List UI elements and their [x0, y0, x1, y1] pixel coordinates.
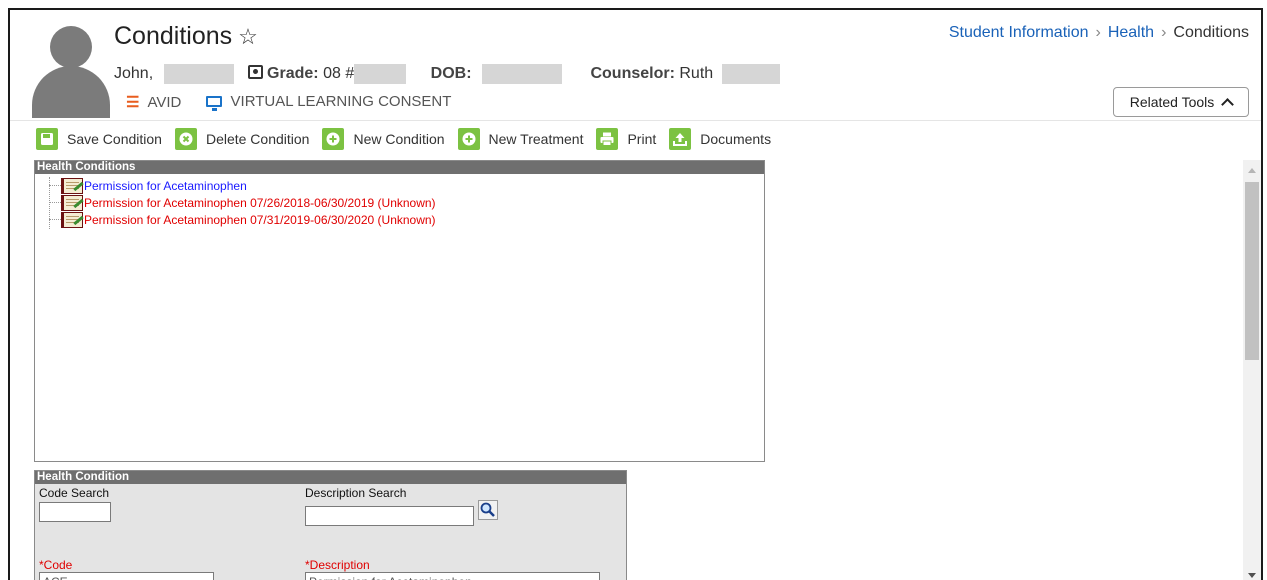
- tree-item[interactable]: Permission for Acetaminophen: [47, 177, 764, 194]
- scroll-up-arrow-icon[interactable]: [1248, 168, 1256, 173]
- breadcrumb-chevron-icon: ›: [1161, 24, 1167, 41]
- code-input[interactable]: [39, 572, 214, 580]
- new-treatment-button[interactable]: New Treatment: [457, 128, 584, 150]
- avatar: [32, 26, 110, 118]
- new-condition-label: New Condition: [353, 131, 445, 147]
- plus-icon: [457, 128, 480, 150]
- delete-icon: [174, 128, 197, 150]
- grade-label: Grade:: [267, 65, 319, 83]
- grade-value: 08 #: [323, 65, 355, 83]
- condition-note-icon: [61, 211, 83, 228]
- star-icon[interactable]: ☆: [238, 24, 258, 49]
- student-summary: John, Grade: 08 # DOB: Counselor: Ruth: [114, 64, 780, 84]
- tree-item[interactable]: Permission for Acetaminophen 07/26/2018-…: [47, 194, 764, 211]
- description-label: *Description: [305, 558, 370, 572]
- print-label: Print: [627, 131, 657, 147]
- flag-virtual-learning[interactable]: VIRTUAL LEARNING CONSENT: [205, 93, 452, 111]
- printer-icon: [596, 128, 619, 150]
- page-title: Conditions ☆: [114, 22, 258, 51]
- save-condition-label: Save Condition: [67, 131, 162, 147]
- breadcrumb-health[interactable]: Health: [1108, 24, 1154, 41]
- related-tools-label: Related Tools: [1129, 94, 1215, 110]
- tree-item[interactable]: Permission for Acetaminophen 07/31/2019-…: [47, 211, 764, 228]
- vertical-scrollbar[interactable]: [1243, 160, 1261, 580]
- code-search-label: Code Search: [39, 486, 110, 500]
- avatar-head: [50, 26, 92, 68]
- breadcrumb-conditions: Conditions: [1173, 24, 1249, 41]
- save-condition-button[interactable]: Save Condition: [36, 128, 162, 150]
- print-button[interactable]: Print: [596, 128, 656, 150]
- description-search-label: Description Search: [305, 486, 407, 500]
- magnifier-icon[interactable]: [478, 500, 498, 520]
- flag-avid-label: AVID: [147, 93, 182, 111]
- description-input[interactable]: [305, 572, 600, 580]
- redacted-name: [163, 64, 234, 84]
- student-flags: ☰ AVID VIRTUAL LEARNING CONSENT: [126, 93, 471, 111]
- related-tools-button[interactable]: Related Tools: [1113, 87, 1249, 117]
- condition-note-icon: [61, 194, 83, 211]
- header-divider: [10, 120, 1261, 121]
- health-conditions-panel: Health Conditions Permission for Acetami…: [34, 160, 765, 462]
- health-conditions-heading: Health Conditions: [35, 161, 764, 174]
- upload-icon: [669, 128, 692, 150]
- health-conditions-tree: Permission for Acetaminophen Permission …: [35, 174, 764, 229]
- description-search-input[interactable]: [305, 506, 474, 526]
- app-frame: Conditions ☆ John, Grade: 08 # DOB: Couns…: [8, 8, 1263, 580]
- breadcrumb: Student Information › Health › Conditions: [949, 24, 1249, 42]
- delete-condition-label: Delete Condition: [205, 131, 310, 147]
- new-condition-button[interactable]: New Condition: [322, 128, 445, 150]
- scrollbar-thumb[interactable]: [1245, 182, 1259, 360]
- scroll-down-arrow-icon[interactable]: [1248, 573, 1256, 578]
- breadcrumb-student-information[interactable]: Student Information: [949, 24, 1089, 41]
- plus-icon: [322, 128, 345, 150]
- documents-label: Documents: [700, 131, 772, 147]
- page-title-text: Conditions: [114, 22, 233, 50]
- code-label: *Code: [39, 558, 73, 572]
- flag-virtual-learning-label: VIRTUAL LEARNING CONSENT: [230, 93, 452, 110]
- student-name: John,: [114, 65, 154, 83]
- redacted-student-number: [354, 64, 407, 84]
- tree-item-label[interactable]: Permission for Acetaminophen 07/31/2019-…: [84, 213, 436, 227]
- health-condition-heading: Health Condition: [35, 471, 626, 484]
- health-condition-panel: Health Condition Code Search Description…: [34, 470, 627, 580]
- code-search-input[interactable]: [39, 502, 111, 522]
- counselor-value: Ruth: [679, 65, 714, 83]
- breadcrumb-chevron-icon: ›: [1095, 24, 1101, 41]
- flag-avid[interactable]: ☰ AVID: [126, 93, 182, 112]
- tree-item-label[interactable]: Permission for Acetaminophen: [84, 179, 247, 193]
- dob-label: DOB:: [430, 65, 472, 83]
- monitor-icon: [205, 96, 222, 111]
- counselor-label: Counselor:: [590, 65, 675, 83]
- new-treatment-label: New Treatment: [488, 131, 584, 147]
- action-toolbar: Save Condition Delete Condition New Cond…: [36, 128, 784, 150]
- tree-item-label[interactable]: Permission for Acetaminophen 07/26/2018-…: [84, 196, 436, 210]
- avatar-body: [32, 66, 110, 118]
- condition-note-icon: [61, 177, 83, 194]
- id-card-icon[interactable]: [248, 65, 264, 80]
- save-icon: [36, 128, 58, 150]
- redacted-counselor: [721, 64, 780, 84]
- redacted-dob: [482, 64, 563, 84]
- delete-condition-button[interactable]: Delete Condition: [174, 128, 310, 150]
- chevron-up-icon: [1221, 98, 1235, 111]
- documents-button[interactable]: Documents: [669, 128, 771, 150]
- checklist-icon: ☰: [126, 94, 140, 111]
